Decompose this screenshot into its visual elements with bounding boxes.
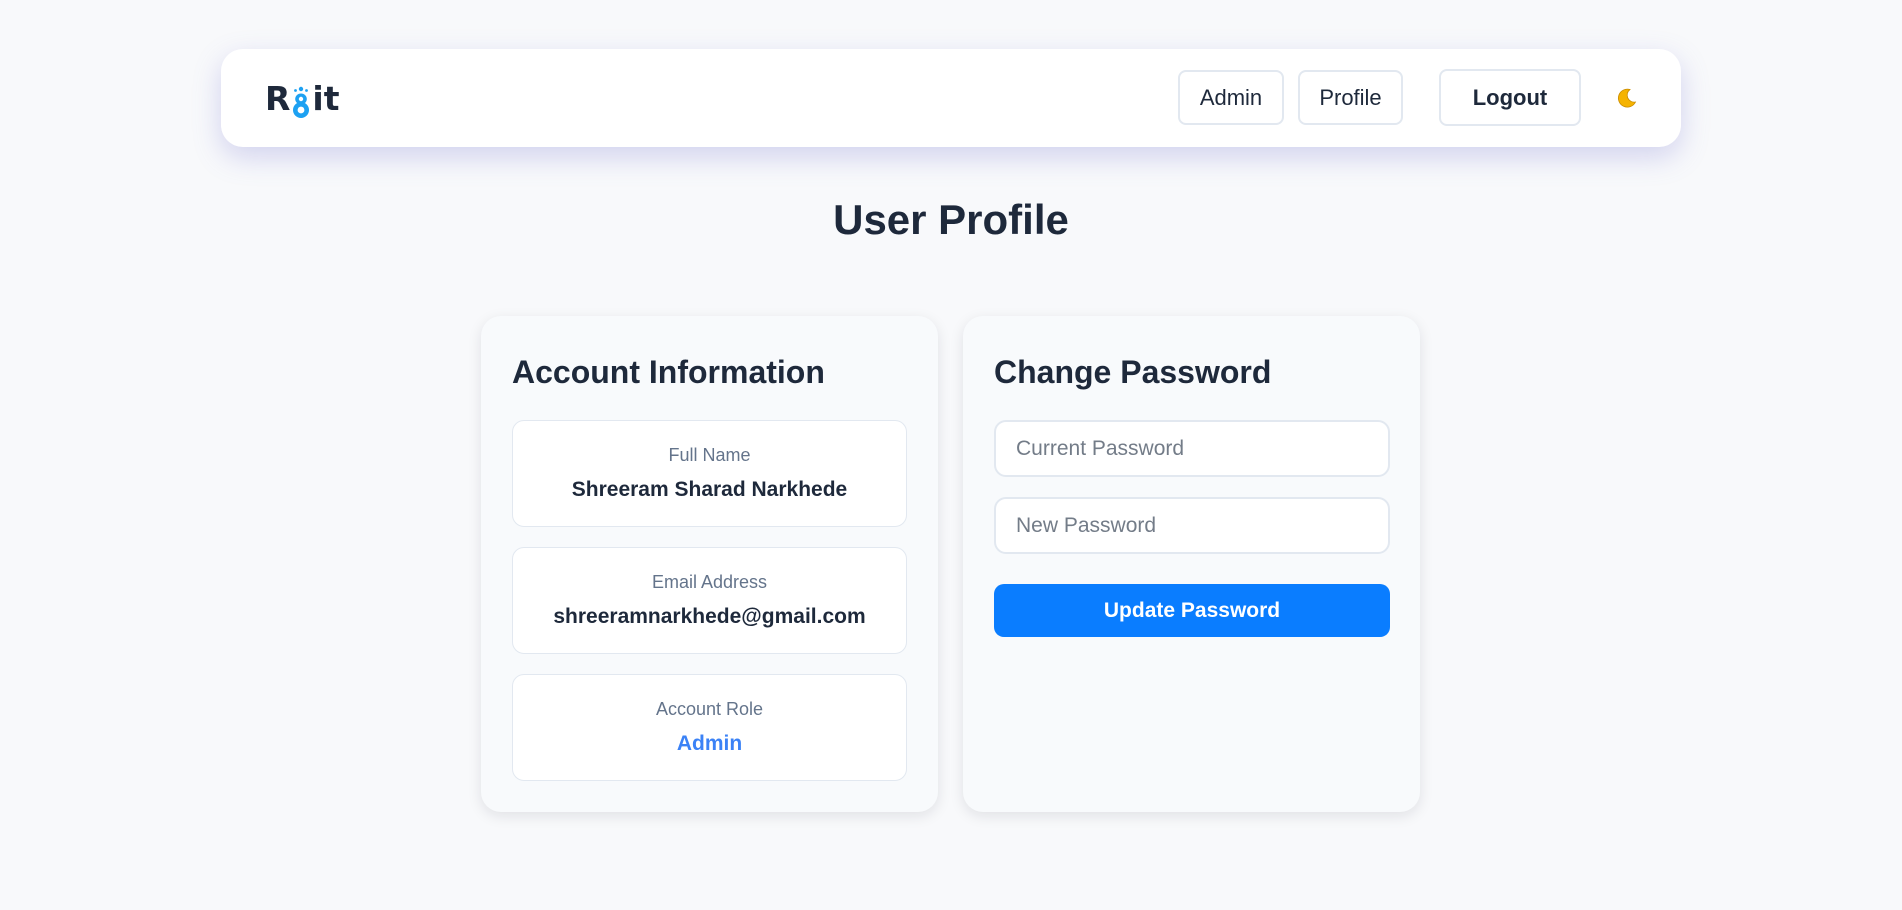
logo-text-right: it	[312, 79, 340, 118]
full-name-value: Shreeram Sharad Narkhede	[571, 478, 848, 501]
logo-mark-icon	[293, 86, 310, 118]
account-role-label: Account Role	[655, 699, 764, 719]
theme-toggle-button[interactable]	[1612, 83, 1642, 113]
nav-profile-button[interactable]: Profile	[1298, 70, 1403, 125]
account-information-card: Account Information Full Name Shreeram S…	[481, 316, 938, 812]
email-address-label: Email Address	[651, 572, 768, 592]
nav-admin-button[interactable]: Admin	[1178, 70, 1284, 125]
account-information-title: Account Information	[512, 354, 825, 390]
new-password-input[interactable]	[994, 497, 1390, 554]
logout-button[interactable]: Logout	[1439, 69, 1581, 126]
page-title: User Profile	[833, 196, 1069, 243]
email-address-value: shreeramnarkhede@gmail.com	[553, 605, 866, 628]
account-role-value: Admin	[676, 732, 743, 755]
moon-icon	[1617, 88, 1637, 108]
change-password-card: Change Password Update Password	[963, 316, 1420, 812]
current-password-input[interactable]	[994, 420, 1390, 477]
email-address-box: Email Address shreeramnarkhede@gmail.com	[512, 547, 907, 654]
full-name-label: Full Name	[668, 445, 751, 465]
account-role-box: Account Role Admin	[512, 674, 907, 781]
app-logo[interactable]: R it	[265, 79, 340, 119]
update-password-button[interactable]: Update Password	[994, 584, 1390, 637]
top-navbar: R it Admin Profile Logout	[221, 49, 1681, 147]
full-name-box: Full Name Shreeram Sharad Narkhede	[512, 420, 907, 527]
change-password-title: Change Password	[994, 354, 1272, 390]
logo-text-left: R	[265, 79, 291, 118]
